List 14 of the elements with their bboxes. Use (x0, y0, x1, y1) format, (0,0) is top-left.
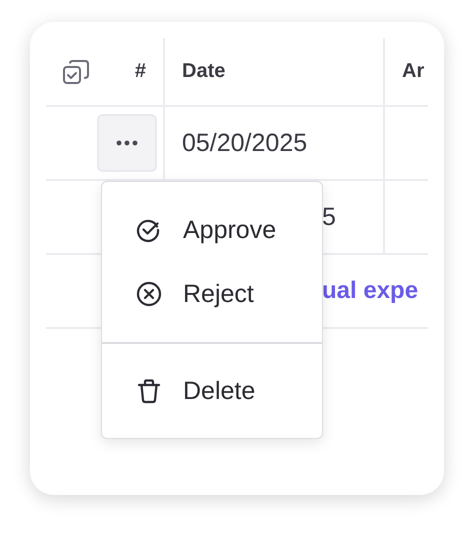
select-all-icon[interactable] (62, 58, 90, 84)
add-link[interactable]: ual expe (322, 277, 418, 305)
more-icon (116, 140, 138, 146)
column-header: Ar (401, 60, 424, 83)
date-text: 05/20/2025 (181, 128, 308, 158)
trash-icon (136, 378, 162, 404)
menu-item[interactable]: Delete (102, 359, 322, 423)
column-header: # (134, 60, 146, 83)
x-circle-icon (136, 281, 162, 307)
menu-item[interactable]: Approve (102, 198, 322, 262)
column-header: Date (181, 60, 226, 83)
date-text: 5 (321, 202, 336, 232)
menu-item[interactable]: Reject (102, 262, 322, 326)
check-circle-icon (136, 217, 162, 243)
